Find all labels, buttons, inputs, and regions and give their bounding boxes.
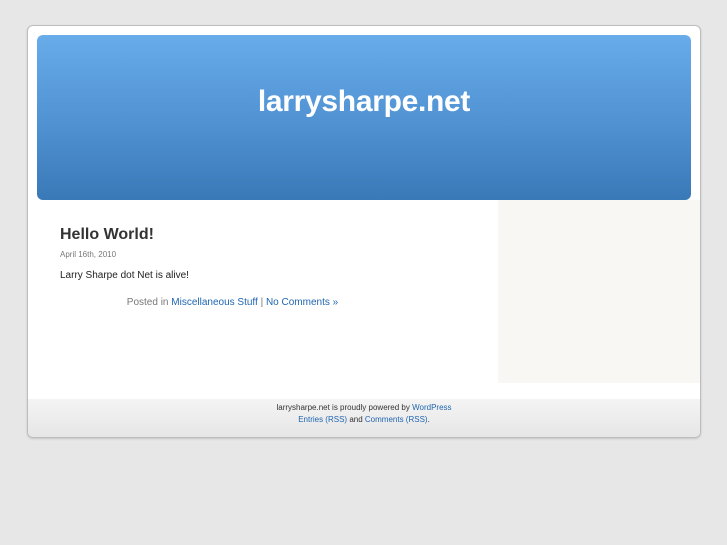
post-body: Larry Sharpe dot Net is alive! xyxy=(60,270,189,281)
comments-rss-link[interactable]: Comments (RSS) xyxy=(365,415,428,424)
footer-period: . xyxy=(427,415,430,424)
main-content: Hello World! April 16th, 2010 Larry Shar… xyxy=(60,226,490,308)
and-text: and xyxy=(347,415,365,424)
site-header: larrysharpe.net xyxy=(37,35,691,200)
wordpress-link[interactable]: WordPress xyxy=(412,403,451,412)
post-date: April 16th, 2010 xyxy=(60,250,117,259)
posted-in-label: Posted in xyxy=(126,297,172,308)
sidebar xyxy=(498,200,700,383)
post-title[interactable]: Hello World! xyxy=(60,226,490,244)
category-link[interactable]: Miscellaneous Stuff xyxy=(171,297,258,308)
site-title[interactable]: larrysharpe.net xyxy=(37,35,691,119)
powered-by-text: larrysharpe.net is proudly powered by xyxy=(276,403,413,412)
site-footer: larrysharpe.net is proudly powered by Wo… xyxy=(28,399,700,437)
meta-separator: | xyxy=(257,297,266,308)
comments-link[interactable]: No Comments » xyxy=(266,297,338,308)
entries-rss-link[interactable]: Entries (RSS) xyxy=(298,415,347,424)
post-meta: Posted in Miscellaneous Stuff | No Comme… xyxy=(60,297,405,308)
page-container: larrysharpe.net Hello World! April 16th,… xyxy=(27,25,701,438)
